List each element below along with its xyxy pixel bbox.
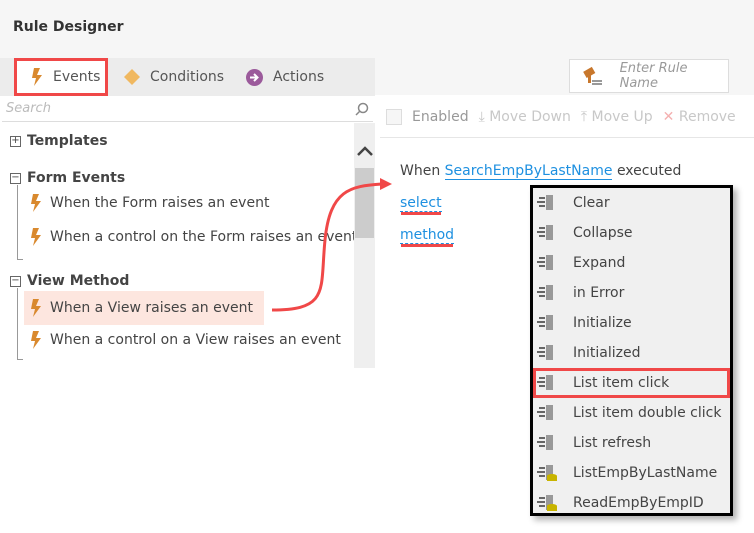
event-icon (537, 375, 553, 390)
option-label: ReadEmpByEmpID (573, 495, 704, 511)
event-icon (537, 285, 553, 300)
option-label: Expand (573, 255, 626, 271)
event-icon (537, 345, 553, 360)
method-option[interactable]: List item click (533, 368, 730, 398)
method-option[interactable]: Initialize (533, 308, 730, 338)
event-icon (537, 315, 553, 330)
option-label: ListEmpByLastName (573, 465, 718, 481)
method-option[interactable]: ListEmpByLastName (533, 458, 730, 488)
event-icon (537, 405, 553, 420)
method-option[interactable]: Initialized (533, 338, 730, 368)
smartobject-method-icon (537, 465, 557, 481)
event-icon (537, 255, 553, 270)
option-label: Initialized (573, 345, 641, 361)
option-label: in Error (573, 285, 625, 301)
method-option[interactable]: List item double click (533, 398, 730, 428)
event-icon (537, 435, 553, 450)
event-icon (537, 195, 553, 210)
method-option[interactable]: Expand (533, 248, 730, 278)
method-option[interactable]: Collapse (533, 218, 730, 248)
option-label: List refresh (573, 435, 652, 451)
option-label: List item click (573, 375, 670, 391)
method-option[interactable]: List refresh (533, 428, 730, 458)
method-option[interactable]: ReadEmpByEmpID (533, 488, 730, 518)
option-label: Collapse (573, 225, 633, 241)
smartobject-method-icon (537, 495, 557, 511)
event-icon (537, 225, 553, 240)
method-option[interactable]: in Error (533, 278, 730, 308)
option-label: Clear (573, 195, 610, 211)
option-label: Initialize (573, 315, 632, 331)
method-option[interactable]: Clear (533, 188, 730, 218)
option-label: List item double click (573, 405, 722, 421)
method-dropdown: Clear Collapse Expand in Error Initialize Ini… (530, 185, 733, 516)
